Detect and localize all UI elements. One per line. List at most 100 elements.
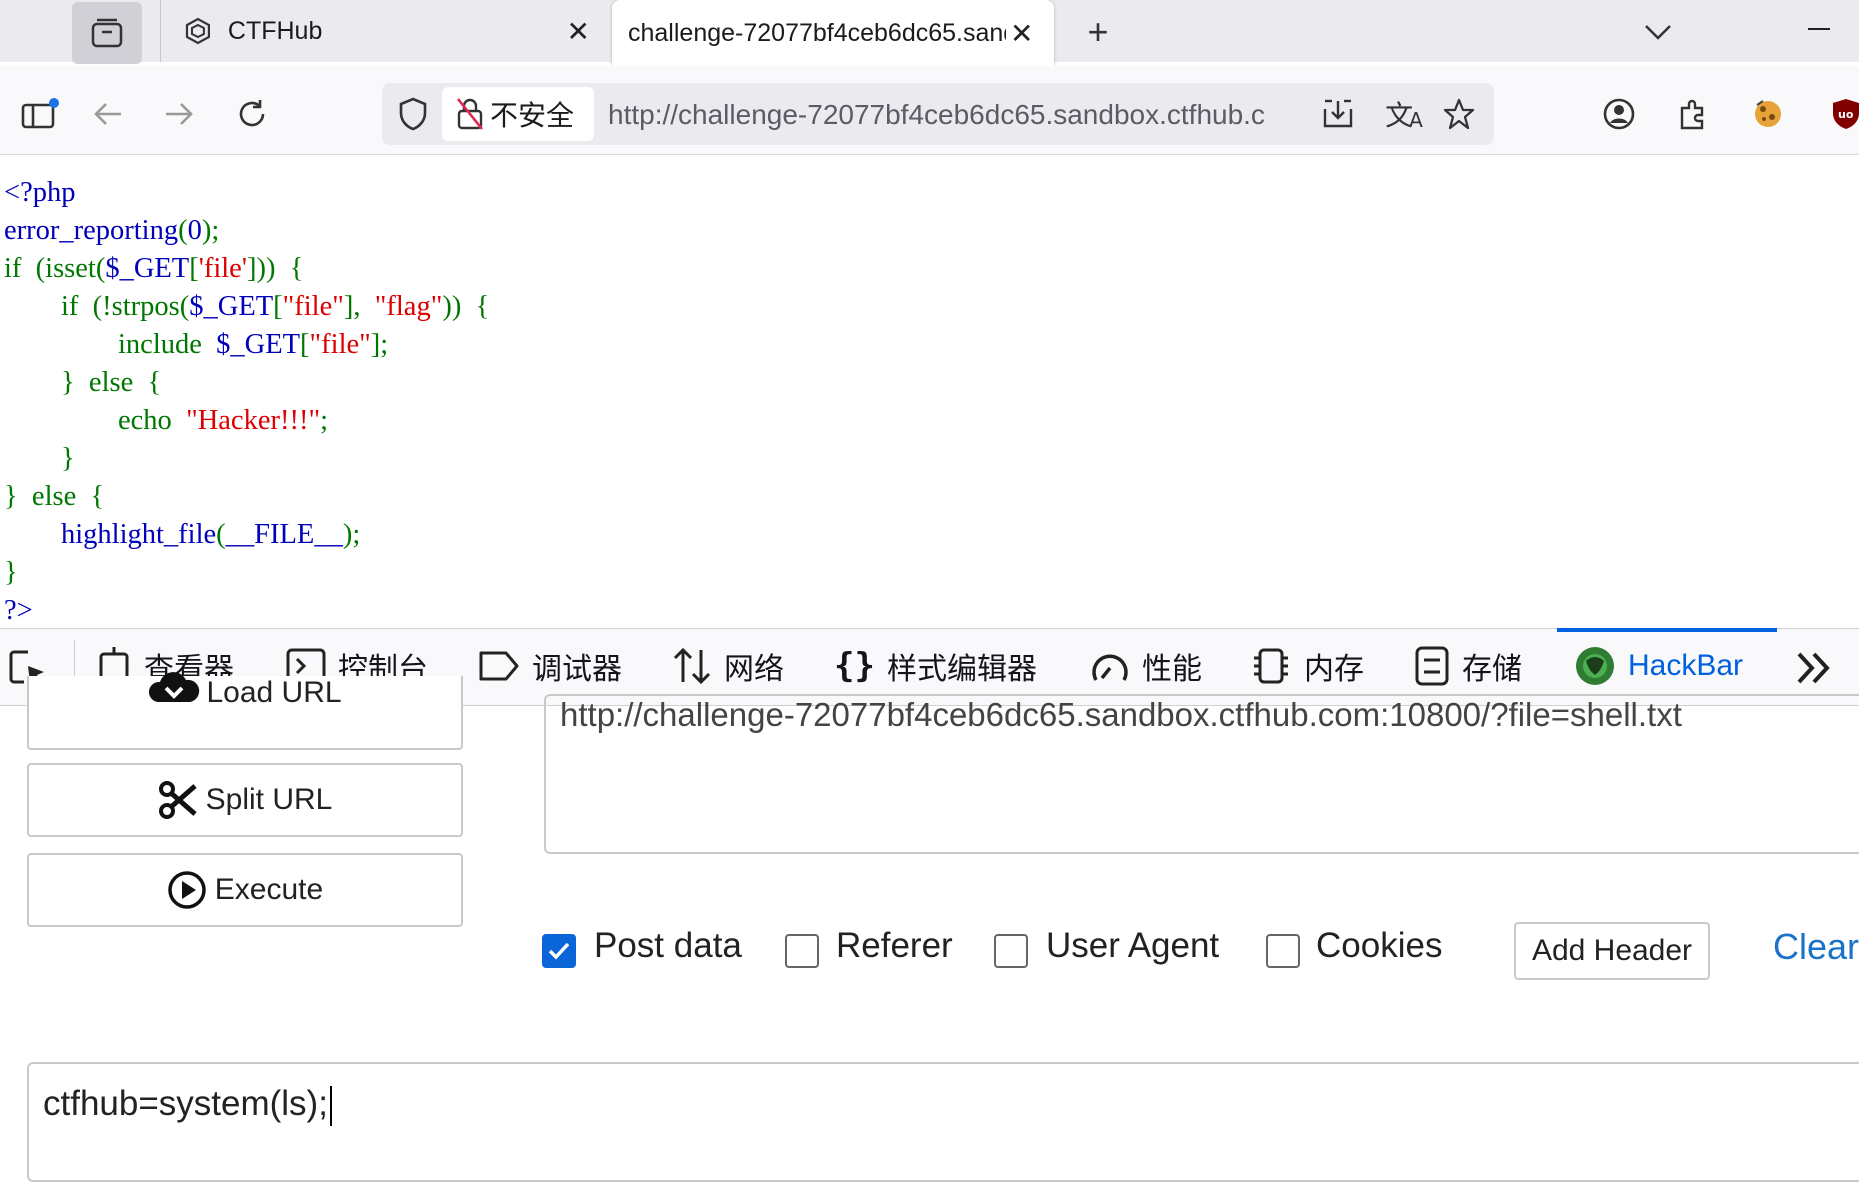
code-line: if (!strpos($_GET["file"], "flag")) { <box>4 288 489 326</box>
clear-all-link[interactable]: Clear <box>1773 926 1859 968</box>
code-token: )) { <box>442 291 490 322</box>
code-line: <?php <box>4 174 489 212</box>
code-token: highlight_file <box>4 519 217 550</box>
minimize-window-icon[interactable] <box>1808 28 1830 30</box>
code-line: error_reporting(0); <box>4 212 489 250</box>
forward-arrow-icon[interactable] <box>159 94 199 134</box>
split-url-button[interactable]: Split URL <box>27 763 463 837</box>
code-token: echo <box>4 405 187 436</box>
ublock-origin-icon[interactable]: uo <box>1830 96 1859 132</box>
cookie-extension-icon[interactable] <box>1748 94 1788 134</box>
account-icon[interactable] <box>1598 93 1640 135</box>
scissors-icon <box>158 781 197 819</box>
memory-chip-icon <box>1254 648 1288 684</box>
code-token: ( <box>216 519 226 550</box>
devtools-tab-style-editor[interactable]: {} 样式编辑器 <box>834 628 1037 704</box>
style-editor-icon: {} <box>834 646 875 686</box>
tab-overview-button[interactable] <box>72 2 142 64</box>
cookies-checkbox[interactable] <box>1266 934 1300 968</box>
code-line: } <box>4 554 489 592</box>
code-token: $_GET <box>216 329 301 360</box>
post-data-label[interactable]: Post data <box>594 926 742 966</box>
close-tab-icon[interactable]: ✕ <box>1010 17 1033 50</box>
devtools-tab-memory[interactable]: 内存 <box>1250 628 1364 704</box>
code-token: [ <box>273 291 283 322</box>
user-agent-checkbox[interactable] <box>994 934 1028 968</box>
cookies-label[interactable]: Cookies <box>1316 926 1442 966</box>
devtools-tab-debugger[interactable]: 调试器 <box>478 628 622 704</box>
performance-gauge-icon <box>1092 654 1128 681</box>
code-token: ])) { <box>246 253 304 284</box>
code-token: "file" <box>282 291 344 322</box>
bookmark-star-icon[interactable] <box>1438 93 1480 135</box>
hackbar-logo-icon <box>1576 647 1614 685</box>
reload-icon[interactable] <box>232 94 272 134</box>
code-line: } else { <box>4 364 489 402</box>
tab-label: 调试器 <box>532 652 622 687</box>
code-token: } else { <box>4 481 105 512</box>
play-circle-icon <box>168 871 206 909</box>
save-page-icon[interactable] <box>1318 94 1358 134</box>
execute-button[interactable]: Execute <box>27 853 463 927</box>
code-token: } <box>4 557 18 588</box>
code-line: echo "Hacker!!!"; <box>4 402 489 440</box>
more-tabs-chevron-icon[interactable] <box>1792 646 1836 690</box>
devtools-tab-network[interactable]: 网络 <box>672 628 784 704</box>
url-textarea-value[interactable]: http://challenge-72077bf4ceb6dc65.sandbo… <box>560 696 1682 734</box>
storage-icon <box>1415 646 1449 686</box>
code-token: include <box>4 329 217 360</box>
tracking-protection-shield-icon[interactable] <box>392 93 434 135</box>
code-line: } <box>4 440 489 478</box>
code-line: if (isset($_GET['file'])) { <box>4 250 489 288</box>
ctfhub-favicon-icon <box>185 17 210 45</box>
code-token: ); <box>342 519 361 550</box>
referer-checkbox[interactable] <box>785 934 819 968</box>
code-token: $_GET <box>105 253 190 284</box>
post-data-checkbox[interactable] <box>542 934 576 968</box>
code-token: <?php <box>4 177 76 208</box>
button-label: Split URL <box>205 783 333 816</box>
sidebar-icon[interactable] <box>18 92 62 136</box>
tab-label: 存储 <box>1462 652 1522 687</box>
post-data-textarea-value[interactable]: ctfhub=system(ls); <box>43 1084 332 1126</box>
code-line: ?> <box>4 592 489 630</box>
svg-text:uo: uo <box>1838 108 1854 121</box>
tab-title: challenge-72077bf4ceb6dc65.sandbox.ctfhu… <box>628 18 1006 47</box>
tab-challenge[interactable]: challenge-72077bf4ceb6dc65.sandbox.ctfhu… <box>612 0 1054 66</box>
site-security-indicator[interactable]: 不安全 <box>442 87 594 141</box>
code-token: ); <box>201 215 220 246</box>
devtools-tab-storage[interactable]: 存储 <box>1414 628 1522 704</box>
code-line: } else { <box>4 478 489 516</box>
code-token: ?> <box>4 595 33 626</box>
tab-ctfhub[interactable]: CTFHub ✕ <box>170 0 590 62</box>
code-token: __FILE__ <box>225 519 343 550</box>
translate-icon[interactable]: 文A <box>1384 94 1424 134</box>
code-token: [ <box>189 253 199 284</box>
code-token: } else { <box>4 367 162 398</box>
debugger-icon <box>479 651 519 681</box>
add-header-button[interactable]: Add Header <box>1514 922 1710 980</box>
chevron-down-icon[interactable] <box>1636 10 1680 54</box>
close-tab-icon[interactable]: ✕ <box>567 15 590 48</box>
insecure-lock-icon <box>456 98 484 130</box>
security-label: 不安全 <box>490 99 575 132</box>
tab-label: 网络 <box>724 652 784 687</box>
tab-overview-icon <box>91 18 123 48</box>
new-tab-icon[interactable]: + <box>1078 11 1118 52</box>
extensions-puzzle-icon[interactable] <box>1672 93 1714 135</box>
text-caret <box>329 1085 332 1126</box>
load-url-button[interactable]: Load URL <box>27 672 463 750</box>
user-agent-label[interactable]: User Agent <box>1046 926 1219 966</box>
code-token: $_GET <box>189 291 274 322</box>
code-token: "Hacker!!!" <box>186 405 321 436</box>
back-arrow-icon[interactable] <box>88 94 128 134</box>
network-icon <box>673 647 711 685</box>
load-url-icon <box>149 672 200 702</box>
referer-label[interactable]: Referer <box>836 926 953 966</box>
devtools-tab-performance[interactable]: 性能 <box>1090 628 1202 704</box>
devtools-tab-hackbar[interactable]: HackBar <box>1574 628 1743 704</box>
url-text[interactable]: http://challenge-72077bf4ceb6dc65.sandbo… <box>608 92 1318 138</box>
button-label: Load URL <box>206 676 342 709</box>
button-label: Execute <box>214 873 324 906</box>
code-token: ; <box>320 405 328 436</box>
